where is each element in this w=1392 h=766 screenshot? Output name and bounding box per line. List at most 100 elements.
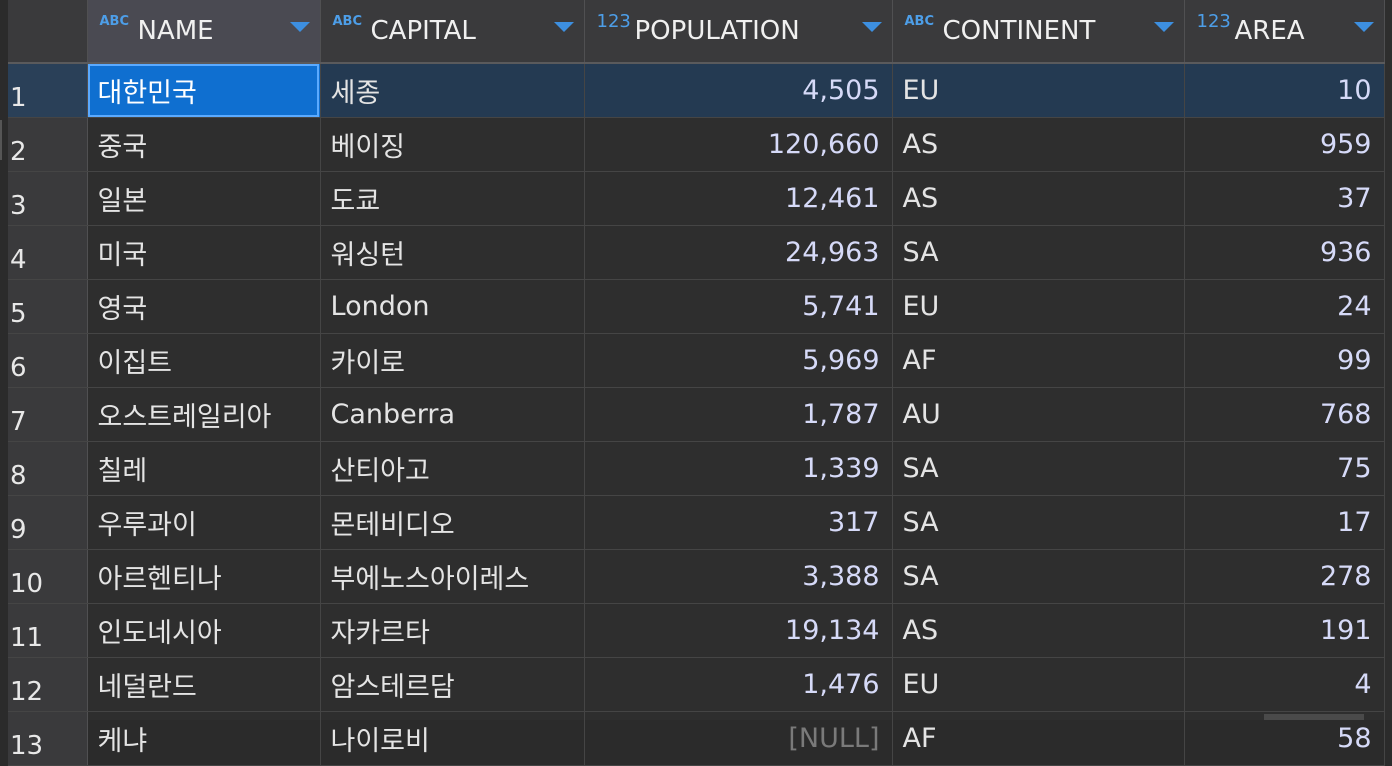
cell-population[interactable]: 12,461 xyxy=(584,171,893,226)
table-row[interactable]: 4 미국 워싱턴 24,963 SA 936 xyxy=(8,225,1385,280)
number-type-icon: 123 xyxy=(596,11,631,32)
column-header-continent[interactable]: ABC CONTINENT xyxy=(892,0,1185,64)
cell-name[interactable]: 네덜란드 xyxy=(87,657,321,712)
cell-name[interactable]: 영국 xyxy=(87,279,321,334)
cell-population[interactable]: 120,660 xyxy=(584,117,893,172)
table-row[interactable]: 7 오스트레일리아 Canberra 1,787 AU 768 xyxy=(8,387,1385,442)
cell-name[interactable]: 오스트레일리아 xyxy=(87,387,321,442)
cell-population[interactable]: 1,339 xyxy=(584,441,893,496)
cell-population[interactable]: 4,505 xyxy=(584,63,893,118)
cell-area[interactable]: 24 xyxy=(1184,279,1385,334)
sort-dropdown-icon[interactable] xyxy=(289,22,310,32)
row-number[interactable]: 1 xyxy=(8,63,88,118)
cell-capital[interactable]: London xyxy=(320,279,585,334)
table-row[interactable]: 3 일본 도쿄 12,461 AS 37 xyxy=(8,171,1385,226)
cell-name[interactable]: 우루과이 xyxy=(87,495,321,550)
cell-population[interactable]: 5,741 xyxy=(584,279,893,334)
table-row[interactable]: 8 칠레 산티아고 1,339 SA 75 xyxy=(8,441,1385,496)
cell-continent[interactable]: EU xyxy=(892,63,1185,118)
cell-capital[interactable]: 세종 xyxy=(320,63,585,118)
cell-name[interactable]: 대한민국 xyxy=(87,63,321,118)
cell-population[interactable]: 317 xyxy=(584,495,893,550)
cell-area[interactable]: 99 xyxy=(1184,333,1385,388)
cell-capital[interactable]: 도쿄 xyxy=(320,171,585,226)
cell-area[interactable]: 75 xyxy=(1184,441,1385,496)
table-row[interactable]: 2 중국 베이징 120,660 AS 959 xyxy=(8,117,1385,172)
column-header-area[interactable]: 123 AREA xyxy=(1184,0,1385,64)
cell-capital[interactable]: 워싱턴 xyxy=(320,225,585,280)
row-number[interactable]: 10 xyxy=(8,549,88,604)
table-row[interactable]: 11 인도네시아 자카르타 19,134 AS 191 xyxy=(8,603,1385,658)
cell-continent[interactable]: AS xyxy=(892,603,1185,658)
horizontal-scrollbar[interactable] xyxy=(1264,714,1364,720)
column-header-name[interactable]: ABC NAME xyxy=(87,0,321,64)
sort-dropdown-icon[interactable] xyxy=(553,22,574,32)
row-number[interactable]: 8 xyxy=(8,441,88,496)
cell-population[interactable]: 3,388 xyxy=(584,549,893,604)
cell-area[interactable]: 37 xyxy=(1184,171,1385,226)
cell-population[interactable]: 24,963 xyxy=(584,225,893,280)
row-number[interactable]: 3 xyxy=(8,171,88,226)
cell-name[interactable]: 미국 xyxy=(87,225,321,280)
table-row[interactable]: 5 영국 London 5,741 EU 24 xyxy=(8,279,1385,334)
cell-continent[interactable]: EU xyxy=(892,657,1185,712)
cell-population[interactable]: 1,476 xyxy=(584,657,893,712)
cell-name[interactable]: 인도네시아 xyxy=(87,603,321,658)
table-row[interactable]: 9 우루과이 몬테비디오 317 SA 17 xyxy=(8,495,1385,550)
cell-continent[interactable]: AF xyxy=(892,333,1185,388)
cell-name[interactable]: 중국 xyxy=(87,117,321,172)
cell-continent[interactable]: AS xyxy=(892,171,1185,226)
table-row[interactable]: 10 아르헨티나 부에노스아이레스 3,388 SA 278 xyxy=(8,549,1385,604)
cell-capital[interactable]: 자카르타 xyxy=(320,603,585,658)
table-row[interactable]: 1 대한민국 세종 4,505 EU 10 xyxy=(8,63,1385,118)
table-row[interactable]: 6 이집트 카이로 5,969 AF 99 xyxy=(8,333,1385,388)
column-header-capital[interactable]: ABC CAPITAL xyxy=(320,0,585,64)
column-header-label: CONTINENT xyxy=(942,16,1096,46)
row-number-header[interactable] xyxy=(8,0,88,64)
column-header-label: AREA xyxy=(1234,16,1305,46)
cell-capital[interactable]: Canberra xyxy=(320,387,585,442)
cell-name[interactable]: 일본 xyxy=(87,171,321,226)
cell-area[interactable]: 17 xyxy=(1184,495,1385,550)
cell-area[interactable]: 4 xyxy=(1184,657,1385,712)
cell-capital[interactable]: 산티아고 xyxy=(320,441,585,496)
cell-capital[interactable]: 부에노스아이레스 xyxy=(320,549,585,604)
cell-population[interactable]: 1,787 xyxy=(584,387,893,442)
row-number[interactable]: 4 xyxy=(8,225,88,280)
sort-dropdown-icon[interactable] xyxy=(1353,22,1374,32)
results-grid[interactable]: ABC NAME ABC CAPITAL 123 POPULATION ABC xyxy=(8,0,1392,766)
cell-name[interactable]: 이집트 xyxy=(87,333,321,388)
sort-dropdown-icon[interactable] xyxy=(861,22,882,32)
column-header-population[interactable]: 123 POPULATION xyxy=(584,0,893,64)
cell-name[interactable]: 칠레 xyxy=(87,441,321,496)
cell-area[interactable]: 191 xyxy=(1184,603,1385,658)
row-number[interactable]: 9 xyxy=(8,495,88,550)
cell-area[interactable]: 768 xyxy=(1184,387,1385,442)
cell-name[interactable]: 아르헨티나 xyxy=(87,549,321,604)
cell-continent[interactable]: SA xyxy=(892,225,1185,280)
cell-capital[interactable]: 카이로 xyxy=(320,333,585,388)
cell-area[interactable]: 936 xyxy=(1184,225,1385,280)
cell-continent[interactable]: EU xyxy=(892,279,1185,334)
cell-capital[interactable]: 몬테비디오 xyxy=(320,495,585,550)
table-row[interactable]: 12 네덜란드 암스테르담 1,476 EU 4 xyxy=(8,657,1385,712)
row-number[interactable]: 11 xyxy=(8,603,88,658)
cell-continent[interactable]: SA xyxy=(892,495,1185,550)
cell-continent[interactable]: AS xyxy=(892,117,1185,172)
cell-continent[interactable]: AU xyxy=(892,387,1185,442)
cell-capital[interactable]: 암스테르담 xyxy=(320,657,585,712)
cell-area[interactable]: 959 xyxy=(1184,117,1385,172)
row-number[interactable]: 6 xyxy=(8,333,88,388)
cell-continent[interactable]: SA xyxy=(892,441,1185,496)
sort-dropdown-icon[interactable] xyxy=(1153,22,1174,32)
cell-population[interactable]: 5,969 xyxy=(584,333,893,388)
cell-area[interactable]: 278 xyxy=(1184,549,1385,604)
cell-population[interactable]: 19,134 xyxy=(584,603,893,658)
row-number[interactable]: 12 xyxy=(8,657,88,712)
row-number[interactable]: 5 xyxy=(8,279,88,334)
cell-capital[interactable]: 베이징 xyxy=(320,117,585,172)
cell-area[interactable]: 10 xyxy=(1184,63,1385,118)
row-number[interactable]: 2 xyxy=(8,117,88,172)
row-number[interactable]: 7 xyxy=(8,387,88,442)
cell-continent[interactable]: SA xyxy=(892,549,1185,604)
